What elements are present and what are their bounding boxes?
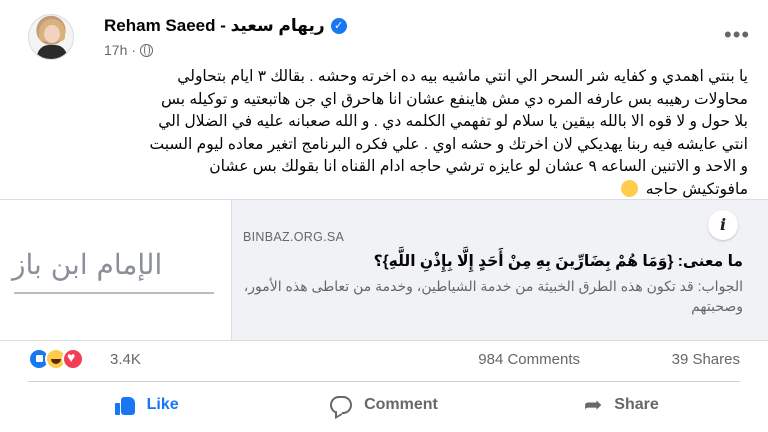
post-text-line: بلا حول و لا قوه الا بالله بيقين يا سلام… [158, 113, 748, 130]
logo-underline [14, 292, 214, 294]
actions-divider [28, 381, 740, 382]
post-text-line: مافوتكيش حاجه [645, 180, 748, 198]
link-domain: BINBAZ.ORG.SA [243, 230, 345, 244]
laughing-tears-emoji-icon [621, 179, 639, 197]
binbaz-logo: الإمام ابن باز [12, 248, 163, 281]
avatar-body [37, 45, 67, 59]
like-button[interactable]: Like [28, 385, 265, 425]
thumbs-up-icon [114, 395, 135, 415]
meta-separator: · [131, 42, 137, 58]
love-reaction-icon [62, 348, 84, 370]
link-preview-card[interactable]: الإمام ابن باز BINBAZ.ORG.SA ما معنى: {و… [0, 199, 768, 341]
comment-label: Comment [364, 396, 438, 413]
post-text-line: و الاحد و الاتنين الساعه ٩ عشان لو عايزه… [209, 158, 748, 175]
post-timestamp[interactable]: 17h [104, 42, 127, 58]
reaction-icons[interactable] [28, 348, 84, 370]
share-label: Share [614, 396, 659, 413]
post-header: Reham Saeed - ريهام سعيد ✓ 17h · ••• [28, 12, 749, 62]
comment-bubble-icon [330, 396, 353, 414]
like-label: Like [146, 396, 179, 413]
link-title[interactable]: ما معنى: {وَمَا هُمْ بِضَارِّينَ بِهِ مِ… [243, 252, 743, 271]
post-text-line: انتي عايشه فيه ربنا يهديكي لان اخرتك و ح… [149, 135, 748, 153]
link-description: الجواب: قد تكون هذه الطرق الخبيثة من خدم… [243, 278, 743, 314]
globe-icon[interactable] [140, 43, 154, 57]
shares-count[interactable]: 39 Shares [672, 351, 740, 368]
link-preview-image[interactable]: الإمام ابن باز [0, 200, 232, 340]
comment-button[interactable]: Comment [265, 385, 502, 425]
engagement-stats: 3.4K 984 Comments 39 Shares [28, 346, 740, 376]
author-name-line: Reham Saeed - ريهام سعيد ✓ [104, 16, 347, 36]
author-avatar[interactable] [28, 14, 74, 60]
post-text: يا بنتي اهمدي و كفايه شر السحر الي انتي … [24, 66, 748, 201]
author-name[interactable]: Reham Saeed - ريهام سعيد [104, 16, 325, 36]
post-text-line: يا بنتي اهمدي و كفايه شر السحر الي انتي … [177, 68, 748, 85]
share-arrow-icon: ➦ [583, 392, 603, 417]
post-actions: Like Comment ➦ Share [28, 385, 740, 425]
info-icon[interactable]: i [708, 210, 738, 240]
avatar-face [44, 25, 60, 43]
post-text-line-last: مافوتكيش حاجه [24, 179, 748, 202]
comments-count[interactable]: 984 Comments [478, 351, 580, 368]
reaction-count[interactable]: 3.4K [110, 351, 141, 368]
post-text-line: محاولات رهيبه بس عارفه المره دي مش هاينف… [161, 90, 748, 108]
share-button[interactable]: ➦ Share [503, 385, 740, 425]
verified-badge-icon: ✓ [330, 18, 347, 34]
more-options-icon[interactable]: ••• [724, 22, 750, 48]
post-meta: 17h · [104, 42, 154, 58]
